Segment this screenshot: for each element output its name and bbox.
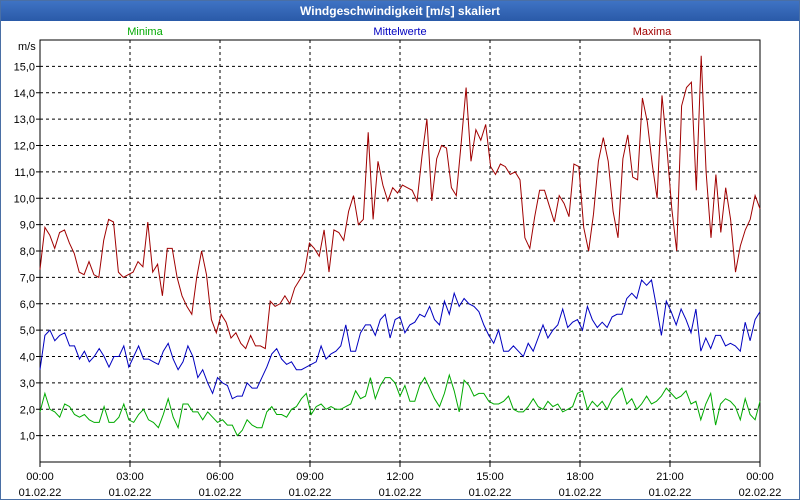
y-tick-label: 8,0	[20, 246, 35, 258]
y-axis-label: m/s	[18, 41, 36, 53]
y-tick-label: 11,0	[14, 167, 35, 179]
legend-minima: Minima	[127, 26, 163, 38]
x-tick-date: 01.02.22	[289, 487, 332, 499]
x-tick-date: 01.02.22	[379, 487, 422, 499]
y-tick-label: 1,0	[20, 431, 35, 443]
y-tick-label: 4,0	[20, 352, 35, 364]
y-tick-label: 6,0	[20, 299, 35, 311]
y-tick-label: 2,0	[20, 404, 35, 416]
x-tick-date: 02.02.22	[739, 487, 782, 499]
x-tick-time: 21:00	[656, 471, 684, 483]
x-tick-time: 09:00	[296, 471, 324, 483]
y-tick-label: 5,0	[20, 325, 35, 337]
x-tick-date: 01.02.22	[199, 487, 242, 499]
x-tick-time: 12:00	[386, 471, 414, 483]
x-tick-date: 01.02.22	[109, 487, 152, 499]
x-tick-time: 18:00	[566, 471, 594, 483]
x-tick-time: 00:00	[26, 471, 54, 483]
line-chart: m/s Minima Mittelwerte Maxima 1,0 2,0 3,0 4,0…	[14, 26, 782, 499]
legend-mittelwerte: Mittelwerte	[373, 26, 426, 38]
x-tick-time: 03:00	[116, 471, 144, 483]
x-ticks: 00:00 01.02.22 03:00 01.02.22 06:00 01.02.22 0…	[19, 462, 782, 499]
y-ticks: 1,0 2,0 3,0 4,0 5,0 6,0 7,0 8,0 9,0 10,0 11,0 12,0 1…	[14, 61, 40, 443]
grid	[39, 39, 761, 463]
y-tick-label: 3,0	[20, 378, 35, 390]
y-tick-label: 15,0	[14, 61, 35, 73]
series-line-mittelwerte	[39, 278, 761, 400]
x-tick-time: 00:00	[746, 471, 774, 483]
y-tick-label: 13,0	[14, 114, 35, 126]
y-tick-label: 9,0	[20, 220, 35, 232]
legend-maxima: Maxima	[633, 26, 672, 38]
y-tick-label: 7,0	[20, 272, 35, 284]
y-tick-label: 10,0	[14, 193, 35, 205]
x-tick-date: 01.02.22	[19, 487, 62, 499]
y-tick-label: 12,0	[14, 141, 35, 153]
x-tick-date: 01.02.22	[469, 487, 512, 499]
x-tick-time: 06:00	[206, 471, 234, 483]
legend: Minima Mittelwerte Maxima	[127, 26, 672, 38]
x-tick-date: 01.02.22	[649, 487, 692, 499]
x-tick-time: 15:00	[476, 471, 504, 483]
y-tick-label: 14,0	[14, 88, 35, 100]
x-tick-date: 01.02.22	[559, 487, 602, 499]
